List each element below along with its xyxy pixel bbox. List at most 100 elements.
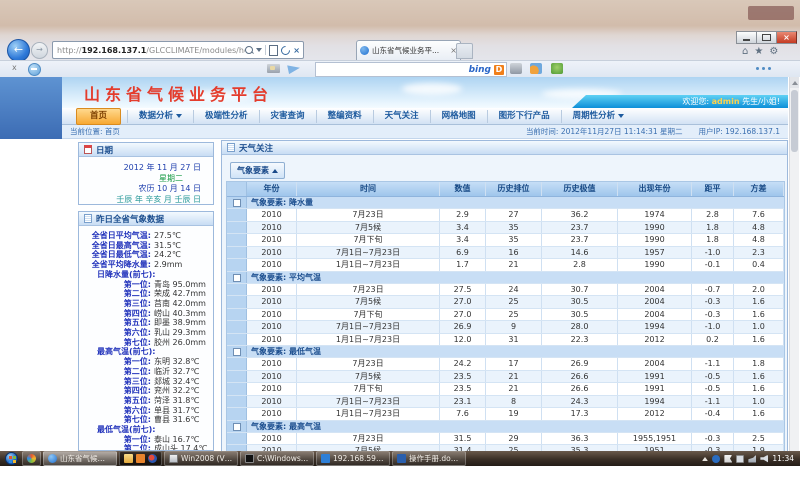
- scroll-up-arrow[interactable]: [790, 77, 799, 88]
- taskbar-clock[interactable]: 11:34: [772, 454, 794, 463]
- terminal-icon: [169, 454, 178, 463]
- taskbar-button-color-app[interactable]: [22, 451, 41, 466]
- screenshot-icon[interactable]: [510, 63, 522, 74]
- group-select-cell: [227, 346, 247, 357]
- column-header: 数值: [440, 182, 486, 196]
- weather-focus-panel: 天气关注 气象要素 年份时间数值历史排位历史极值出现年份距平方差 气象要素: 降…: [221, 140, 788, 451]
- address-dropdown-icon[interactable]: [256, 48, 262, 52]
- date-panel: 日期 2012 年 11 月 27 日 星期二 农历 10 月 14 日 壬辰 …: [78, 142, 214, 205]
- table-cell: 4.8: [734, 234, 784, 246]
- taskbar-button-pinned-group[interactable]: [119, 451, 162, 466]
- chevron-down-icon: [618, 114, 624, 118]
- nav-item-5[interactable]: 天气关注: [373, 110, 430, 123]
- page-scrollbar[interactable]: [789, 77, 799, 451]
- checkbox[interactable]: [233, 348, 241, 356]
- table-cell: 1月1日~7月23日: [297, 334, 440, 346]
- table-cell: 2010: [247, 247, 297, 259]
- nav-item-7[interactable]: 图形下行产品: [487, 110, 561, 123]
- rank-label: 第一位:: [79, 357, 151, 367]
- table-cell: 30.5: [542, 296, 618, 308]
- search-icon[interactable]: [245, 46, 253, 54]
- table-cell: 7月下旬: [297, 383, 440, 395]
- bing-logo: bing: [469, 65, 491, 75]
- ime-tray-icon[interactable]: [712, 455, 720, 463]
- divider: [265, 45, 266, 55]
- rank-value: 泰山 16.7℃: [154, 435, 199, 445]
- toolbar-search-input[interactable]: bing D: [315, 62, 507, 77]
- table-cell: 7月5候: [297, 222, 440, 234]
- share-icon[interactable]: [551, 63, 563, 74]
- network-tray-icon[interactable]: [748, 455, 756, 463]
- favorites-star-icon[interactable]: ★: [754, 46, 763, 58]
- table-row: 20107月下旬3.43523.719901.84.8: [227, 234, 784, 247]
- back-button[interactable]: ←: [7, 39, 30, 62]
- page-title: 山东省气候业务平台: [84, 81, 273, 105]
- colorapp-icon: [27, 454, 36, 463]
- rank-value: 崂山 40.3mm: [154, 309, 206, 319]
- send-mail-icon[interactable]: [287, 63, 301, 74]
- start-button[interactable]: [5, 452, 18, 465]
- table-cell: 1.8: [734, 358, 784, 370]
- nav-item-0[interactable]: 首页: [76, 108, 121, 125]
- checkbox[interactable]: [233, 423, 241, 431]
- taskbar-button-cmd-window[interactable]: C:\Windows\s...: [240, 451, 314, 466]
- tab-title: 山东省气候业务平...: [372, 45, 448, 56]
- rank-label: 第七位:: [79, 415, 151, 425]
- table-cell: 1994: [618, 321, 692, 333]
- nav-item-1[interactable]: 数据分析: [127, 110, 193, 123]
- taskbar-button-ie-window[interactable]: 山东省气候业...: [43, 451, 117, 466]
- rank-value: 即墨 38.9mm: [154, 318, 206, 328]
- checkbox[interactable]: [233, 274, 241, 282]
- settings-gear-icon[interactable]: ⚙: [769, 46, 778, 58]
- forward-button[interactable]: →: [31, 42, 48, 59]
- taskbar-button-win2008-window[interactable]: Win2008 (VS2...: [164, 451, 238, 466]
- rank-value: 乳山 29.3mm: [154, 328, 206, 338]
- nav-item-4[interactable]: 整编资料: [316, 110, 373, 123]
- table-cell: 35: [486, 234, 542, 246]
- address-bar[interactable]: http://192.168.137.1/GLCCLIMATE/modules/…: [52, 41, 304, 59]
- weather-stat: 全省平均降水量:2.9mm: [79, 260, 213, 270]
- nav-item-3[interactable]: 灾害查询: [259, 110, 316, 123]
- browser-tab[interactable]: 山东省气候业务平... ×: [356, 40, 461, 60]
- stat-value: 31.5℃: [154, 241, 181, 251]
- rank-value: 郯城 32.4℃: [154, 377, 199, 387]
- table-cell: 2010: [247, 296, 297, 308]
- show-tray-icon[interactable]: [702, 457, 708, 461]
- scrollbar-thumb[interactable]: [791, 90, 798, 152]
- table-cell: 2010: [247, 209, 297, 221]
- element-filter-button[interactable]: 气象要素: [230, 162, 285, 179]
- broadcast-icon[interactable]: [530, 63, 542, 74]
- refresh-icon[interactable]: [279, 44, 292, 57]
- table-row: 20107月下旬27.02530.52004-0.31.6: [227, 309, 784, 322]
- table-cell: 2010: [247, 371, 297, 383]
- toolbar-overflow-icon[interactable]: [756, 67, 771, 70]
- taskbar-button-word-document[interactable]: 操作手册.docx ...: [392, 451, 466, 466]
- stop-icon[interactable]: ×: [293, 46, 300, 55]
- table-cell: 27: [486, 209, 542, 221]
- remote-icon: [321, 454, 330, 463]
- toolbar-close-button[interactable]: x: [12, 63, 17, 72]
- table-cell: 23.5: [440, 383, 486, 395]
- rank-value: 胶州 26.0mm: [154, 338, 206, 348]
- display-tray-icon[interactable]: [736, 455, 744, 463]
- blocked-icon[interactable]: [28, 63, 41, 76]
- table-cell: 2010: [247, 433, 297, 445]
- table-cell: 2010: [247, 383, 297, 395]
- checkbox[interactable]: [233, 199, 241, 207]
- table-cell: 3.4: [440, 222, 486, 234]
- nav-item-label: 图形下行产品: [499, 110, 550, 123]
- home-icon[interactable]: ⌂: [742, 46, 748, 58]
- nav-item-6[interactable]: 网格地图: [430, 110, 487, 123]
- volume-tray-icon[interactable]: [760, 455, 768, 463]
- taskbar-button-remote-window[interactable]: 192.168.59.99...: [316, 451, 390, 466]
- media-icon: [148, 454, 157, 463]
- addon-d-icon[interactable]: D: [494, 65, 504, 75]
- camera-icon[interactable]: [267, 64, 280, 73]
- compatibility-view-icon[interactable]: [269, 45, 278, 56]
- rank-label: 第三位:: [79, 299, 151, 309]
- flag-tray-icon[interactable]: [724, 455, 732, 463]
- row-select-cell: [227, 408, 247, 420]
- nav-item-2[interactable]: 极端性分析: [193, 110, 259, 123]
- new-tab-button[interactable]: [456, 43, 473, 59]
- nav-item-8[interactable]: 周期性分析: [561, 110, 636, 123]
